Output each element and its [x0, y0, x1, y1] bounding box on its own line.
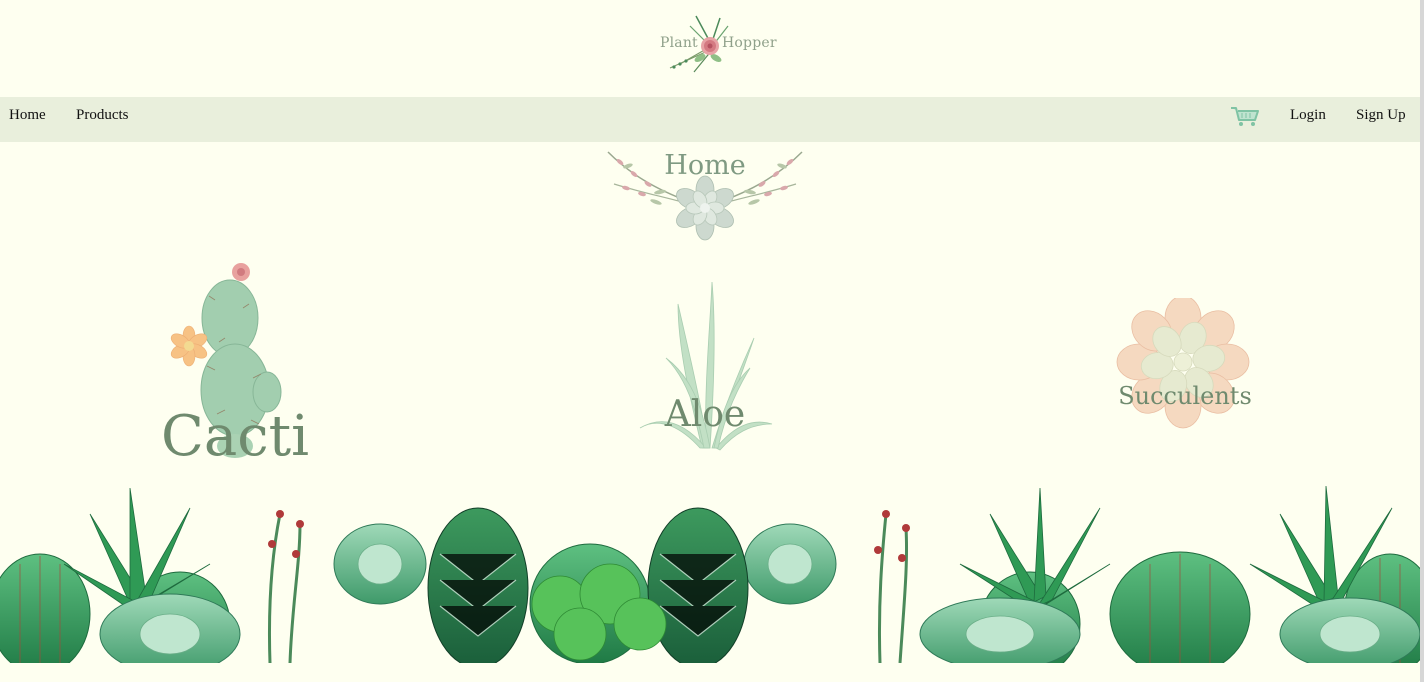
echeveria-succulent-icon [1116, 298, 1250, 429]
category-aloe-link[interactable]: Aloe [630, 278, 780, 458]
main-navbar: Home Products Login Sign Up [0, 97, 1420, 142]
succulent-border-icon [0, 485, 1420, 663]
category-cacti-label: Cacti [161, 404, 310, 469]
category-succulents-link[interactable]: Succulents [1105, 298, 1265, 438]
logo-text-hopper: Hopper [722, 35, 777, 51]
category-aloe-label: Aloe [664, 394, 746, 435]
category-succulents-label: Succulents [1118, 382, 1252, 410]
succulent-border-image [0, 484, 1420, 663]
shopping-cart-icon[interactable] [1229, 103, 1261, 129]
nav-login-link[interactable]: Login [1290, 97, 1326, 142]
nav-home-link[interactable]: Home [9, 97, 46, 142]
page: Plant Hopper Home Products Login Sign Up [0, 0, 1424, 682]
nav-signup-link[interactable]: Sign Up [1356, 97, 1406, 142]
logo-text-plant: Plant [660, 35, 698, 51]
site-logo[interactable]: Plant Hopper [650, 12, 780, 78]
category-cacti-link[interactable]: Cacti [155, 260, 310, 470]
nav-products-link[interactable]: Products [76, 97, 129, 142]
page-title: Home [664, 150, 746, 181]
home-heading-banner: Home [600, 144, 810, 244]
window-scrollbar[interactable] [1420, 0, 1424, 682]
